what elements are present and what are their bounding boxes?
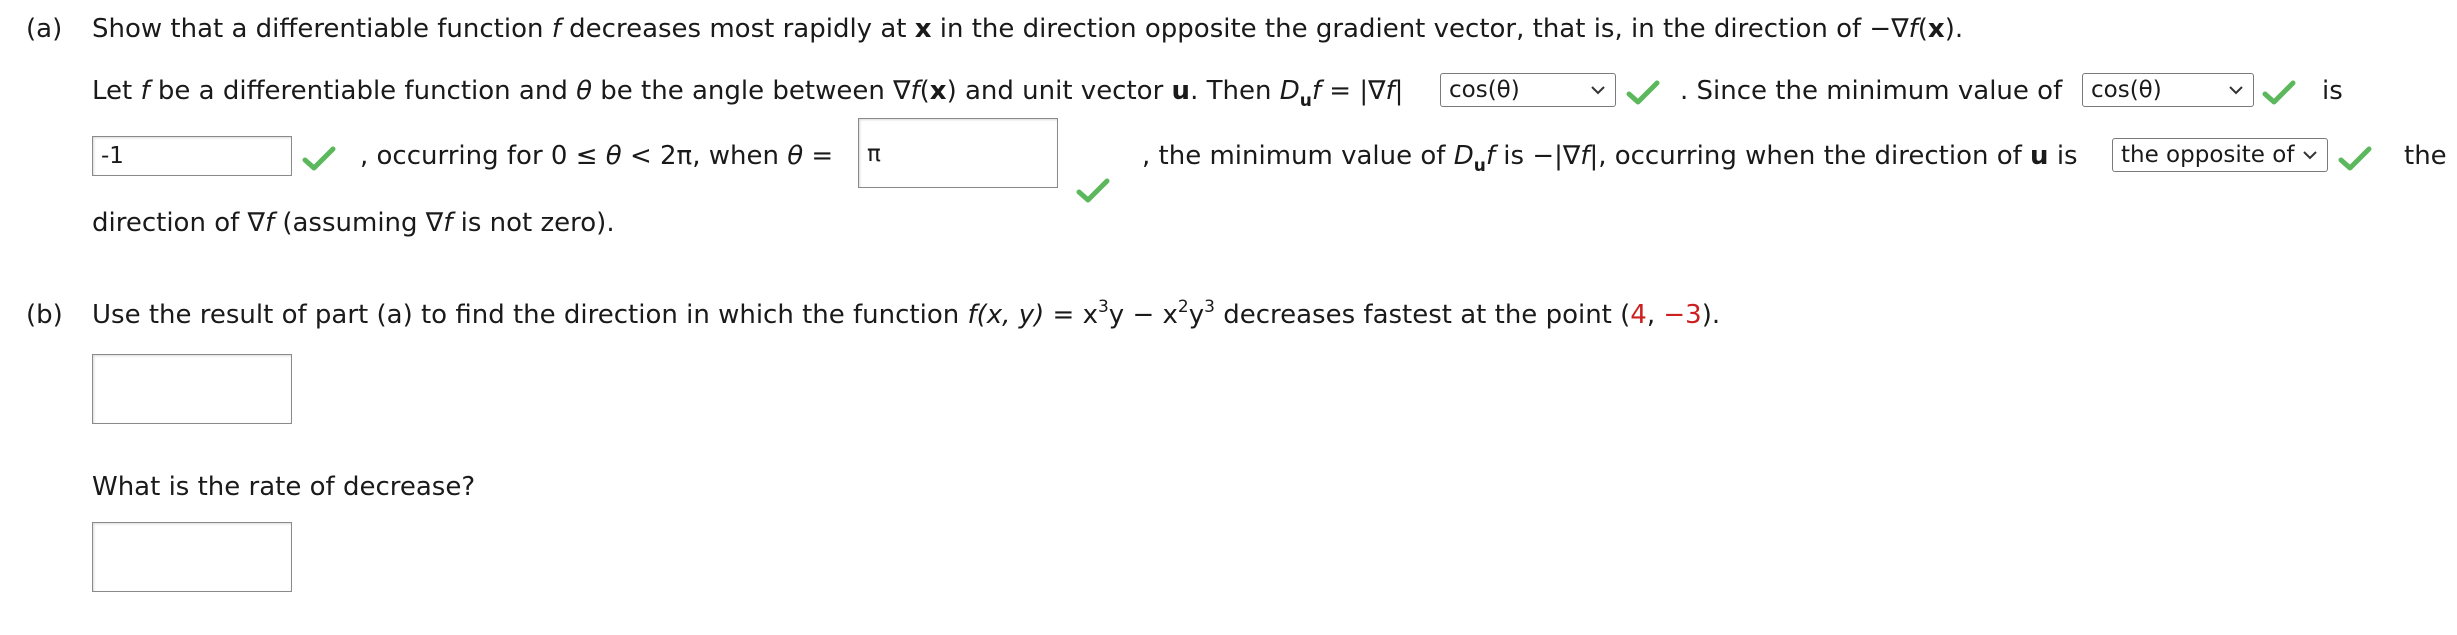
- point-x: 4: [1630, 300, 1647, 330]
- var-y: y: [1188, 300, 1205, 330]
- prompt-text: Use the result of part (a) to find the d…: [92, 300, 960, 330]
- theta-input[interactable]: π: [858, 118, 1058, 188]
- u-subscript: u: [1299, 91, 1312, 111]
- dropdown-value: cos(θ): [2091, 77, 2162, 103]
- paren: (: [1917, 14, 1928, 44]
- text: direction of ∇: [92, 208, 265, 238]
- var-x: x: [1162, 300, 1178, 330]
- is-text: is: [2322, 76, 2343, 106]
- u-vector: u: [1171, 76, 1191, 106]
- min-cos-input[interactable]: -1: [92, 136, 292, 176]
- check-icon: [2338, 146, 2372, 171]
- theta-symbol: θ: [605, 141, 622, 171]
- theta-symbol: θ: [787, 141, 804, 171]
- part-b-prompt: Use the result of part (a) to find the d…: [92, 299, 1721, 330]
- prompt-text: decreases fastest at the point (: [1223, 300, 1631, 330]
- chevron-down-icon: [1587, 85, 1609, 95]
- comma: ,: [1646, 300, 1656, 330]
- part-a-label: (a): [26, 14, 63, 44]
- f-symbol: f: [1908, 14, 1918, 44]
- f-symbol: f: [967, 300, 977, 330]
- text: Let: [92, 76, 133, 106]
- text: , the minimum value of: [1142, 141, 1446, 171]
- text: |, occurring when the direction of: [1589, 141, 2022, 171]
- x-vector: x: [1927, 14, 1945, 44]
- text: |: [1394, 76, 1404, 106]
- opposite-dropdown[interactable]: the opposite of: [2112, 138, 2328, 172]
- text: = |∇: [1329, 76, 1386, 106]
- prompt-text: Show that a differentiable function: [92, 14, 544, 44]
- x-vector: x: [914, 14, 932, 44]
- var-x: x: [1082, 300, 1098, 330]
- text: < 2π, when: [629, 141, 779, 171]
- paren: ).: [1944, 14, 1964, 44]
- exponent: 3: [1097, 297, 1109, 317]
- exponent: 3: [1204, 297, 1215, 317]
- minus: −: [1132, 300, 1155, 330]
- input-value: -1: [101, 143, 124, 169]
- u-vector: u: [2030, 141, 2049, 171]
- directional-derivative: D: [1453, 141, 1474, 171]
- text: is: [2056, 141, 2078, 171]
- text: (assuming ∇: [282, 208, 444, 238]
- text: =: [811, 141, 834, 171]
- check-icon: [2262, 80, 2296, 105]
- equals: =: [1052, 300, 1075, 330]
- text: , occurring for 0 ≤: [360, 141, 598, 171]
- prompt-text: in the direction opposite the gradient v…: [939, 14, 1909, 44]
- check-icon: [302, 146, 336, 171]
- paren: ).: [1701, 300, 1721, 330]
- dropdown-value: cos(θ): [1449, 77, 1520, 103]
- point-y: −3: [1663, 300, 1702, 330]
- var-y: y: [1108, 300, 1125, 330]
- part-a-prompt: Show that a differentiable function f de…: [92, 16, 1963, 42]
- prompt-text: decreases most rapidly at: [569, 14, 907, 44]
- x-vector: x: [929, 76, 947, 106]
- chevron-down-icon: [2299, 150, 2321, 160]
- text: be the angle between ∇: [600, 76, 911, 106]
- part-b-label: (b): [26, 300, 63, 330]
- text: is −|∇: [1503, 141, 1581, 171]
- function-args: (x, y): [976, 300, 1045, 330]
- dropdown-value: the opposite of: [2121, 142, 2295, 168]
- f-symbol: f: [910, 76, 920, 106]
- f-symbol: f: [1311, 76, 1321, 106]
- text: and unit vector: [964, 76, 1164, 106]
- f-symbol: f: [443, 208, 453, 238]
- cos-theta-dropdown-1[interactable]: cos(θ): [1440, 73, 1616, 107]
- cos-theta-dropdown-2[interactable]: cos(θ): [2082, 73, 2254, 107]
- check-icon: [1076, 178, 1110, 203]
- direction-answer-input[interactable]: [92, 354, 292, 424]
- theta-symbol: θ: [576, 76, 593, 106]
- line-3-text: direction of ∇f (assuming ∇f is not zero…: [92, 210, 615, 236]
- f-symbol: f: [551, 14, 561, 44]
- directional-derivative: D: [1279, 76, 1300, 106]
- rate-answer-input[interactable]: [92, 522, 292, 592]
- f-symbol: f: [1485, 141, 1496, 171]
- text: is not zero).: [460, 208, 615, 238]
- line-1-text: Let f be a differentiable function and θ…: [92, 76, 1404, 111]
- check-icon: [1626, 80, 1660, 105]
- text: be a differentiable function and: [157, 76, 568, 106]
- exponent: 2: [1177, 297, 1189, 317]
- f-symbol: f: [264, 208, 275, 238]
- f-symbol: f: [1385, 76, 1395, 106]
- f-symbol: f: [140, 76, 150, 106]
- rate-question: What is the rate of decrease?: [92, 472, 476, 502]
- the-text: the: [2404, 141, 2447, 171]
- input-value: π: [867, 141, 881, 167]
- line-1-text-b: . Since the minimum value of: [1680, 76, 2063, 106]
- chevron-down-icon: [2225, 85, 2247, 95]
- line-2-text: , occurring for 0 ≤ θ < 2π, when θ =: [360, 143, 833, 169]
- text: . Then: [1190, 76, 1272, 106]
- u-subscript: u: [1473, 156, 1486, 176]
- line-2-text-b: , the minimum value of Duf is −|∇f|, occ…: [1142, 141, 2078, 175]
